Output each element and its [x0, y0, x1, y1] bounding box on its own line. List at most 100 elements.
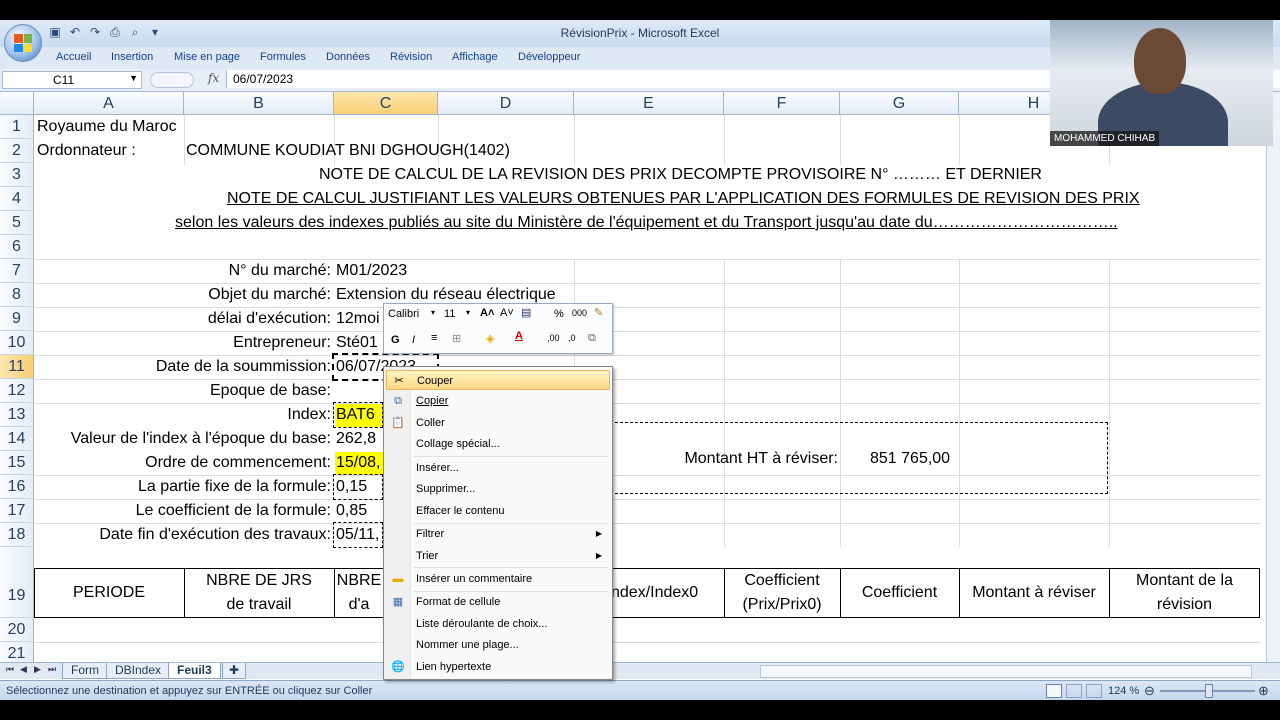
sheet-nav-next-icon[interactable]: ▶: [34, 664, 41, 675]
cell-b18[interactable]: Date fin d'exécution des travaux:: [99, 523, 331, 547]
decrease-decimal-icon[interactable]: ,0: [568, 333, 576, 343]
page-break-icon[interactable]: [1086, 684, 1102, 698]
row-header-5[interactable]: 5: [0, 211, 34, 235]
menu-item-effacer[interactable]: Effacer le contenu: [386, 501, 610, 521]
header-coefficient[interactable]: Coefficient: [840, 581, 959, 605]
row-header-13[interactable]: 13: [0, 403, 34, 427]
cell-b16[interactable]: La partie fixe de la formule:: [138, 475, 331, 499]
montant-label[interactable]: Montant HT à réviser:: [684, 447, 838, 471]
row-header-19[interactable]: 19: [0, 547, 34, 618]
font-size-box[interactable]: 11: [444, 308, 455, 320]
row-header-7[interactable]: 7: [0, 259, 34, 283]
chevron-down-icon[interactable]: ▼: [129, 73, 138, 83]
cell-b7[interactable]: N° du marché:: [229, 259, 331, 283]
tab-developpeur[interactable]: Développeur: [518, 51, 580, 63]
header-montant-revision-2[interactable]: révision: [1109, 593, 1260, 617]
sheet-nav-prev-icon[interactable]: ◀: [20, 664, 27, 675]
borders-icon[interactable]: ⊞: [452, 332, 461, 345]
header-periode[interactable]: PERIODE: [34, 581, 184, 605]
row-header-15[interactable]: 15: [0, 451, 34, 475]
chevron-down-icon[interactable]: ▾: [431, 308, 435, 317]
cell-c7[interactable]: M01/2023: [336, 259, 407, 283]
header-montant-revision-1[interactable]: Montant de la: [1109, 569, 1260, 593]
sheet-tab-feuil3[interactable]: Feuil3: [168, 663, 221, 679]
column-header-b[interactable]: B: [184, 92, 334, 115]
row-header-2[interactable]: 2: [0, 139, 34, 163]
cell-c9[interactable]: 12moi: [336, 307, 380, 331]
italic-icon[interactable]: I: [412, 334, 415, 346]
row-header-16[interactable]: 16: [0, 475, 34, 499]
row-header-4[interactable]: 4: [0, 187, 34, 211]
select-all-corner[interactable]: [0, 92, 34, 115]
center-align-icon[interactable]: ≡: [431, 332, 437, 344]
percent-style-icon[interactable]: %: [554, 308, 564, 320]
accounting-format-icon[interactable]: ▤: [521, 306, 531, 319]
row-header-21[interactable]: 21: [0, 642, 34, 662]
fill-color-icon[interactable]: ◈: [486, 332, 494, 345]
name-box[interactable]: C11 ▼: [2, 71, 142, 89]
column-header-f[interactable]: F: [724, 92, 840, 115]
cell-b14[interactable]: Valeur de l'index à l'époque du base:: [71, 427, 331, 451]
tab-formules[interactable]: Formules: [260, 51, 306, 63]
shrink-font-icon[interactable]: A˅: [500, 307, 514, 319]
header-montant-reviser[interactable]: Montant à réviser: [959, 581, 1109, 605]
cell-title4[interactable]: NOTE DE CALCUL JUSTIFIANT LES VALEURS OB…: [227, 187, 1140, 211]
cell-b15[interactable]: Ordre de commencement:: [145, 451, 331, 475]
zoom-out-icon[interactable]: ⊖: [1144, 681, 1155, 700]
insert-sheet-icon[interactable]: ✚: [222, 663, 247, 679]
page-layout-icon[interactable]: [1066, 684, 1082, 698]
horizontal-scrollbar[interactable]: [760, 665, 1252, 678]
sheet-tab-dbindex[interactable]: DBIndex: [106, 663, 171, 679]
menu-item-couper[interactable]: ✂ Couper: [386, 370, 610, 390]
column-header-g[interactable]: G: [840, 92, 959, 115]
tab-insertion[interactable]: Insertion: [111, 51, 153, 63]
tab-donnees[interactable]: Données: [326, 51, 370, 63]
cell-b13[interactable]: Index:: [287, 403, 331, 427]
cell-a2[interactable]: Ordonnateur :: [37, 139, 136, 163]
bold-icon[interactable]: G: [391, 334, 400, 346]
cell-b8[interactable]: Objet du marché:: [208, 283, 331, 307]
menu-item-nommer-plage[interactable]: Nommer une plage...: [386, 635, 610, 655]
row-header-6[interactable]: 6: [0, 235, 34, 259]
header-nbre-jrs-1[interactable]: NBRE DE JRS: [184, 569, 334, 593]
tab-revision[interactable]: Révision: [390, 51, 432, 63]
font-name-box[interactable]: Calibri: [388, 308, 419, 320]
row-header-3[interactable]: 3: [0, 163, 34, 187]
menu-item-trier[interactable]: Trier ▶: [386, 546, 610, 566]
vertical-scrollbar[interactable]: [1266, 92, 1280, 662]
normal-view-icon[interactable]: [1046, 684, 1062, 698]
column-header-e[interactable]: E: [574, 92, 724, 115]
cell-b17[interactable]: Le coefficient de la formule:: [136, 499, 331, 523]
tab-mise-en-page[interactable]: Mise en page: [174, 51, 240, 63]
sheet-nav-last-icon[interactable]: ⏭: [48, 664, 56, 675]
cell-b2[interactable]: COMMUNE KOUDIAT BNI DGHOUGH(1402): [186, 139, 510, 163]
cell-c14[interactable]: 262,8: [336, 427, 376, 451]
comma-style-icon[interactable]: 000: [572, 308, 587, 318]
menu-item-liste-deroulante[interactable]: Liste déroulante de choix...: [386, 614, 610, 634]
menu-item-format-cellule[interactable]: ▦ Format de cellule: [386, 592, 610, 612]
row-header-14[interactable]: 14: [0, 427, 34, 451]
insert-function-icon[interactable]: fx: [208, 71, 219, 85]
formula-bar-handle[interactable]: [150, 72, 194, 88]
column-header-a[interactable]: A: [34, 92, 184, 115]
cell-b11[interactable]: Date de la soummission:: [156, 355, 331, 379]
font-color-icon[interactable]: A: [515, 330, 523, 342]
office-button[interactable]: [4, 24, 42, 62]
tab-affichage[interactable]: Affichage: [452, 51, 498, 63]
cell-a1[interactable]: Royaume du Maroc: [37, 115, 177, 139]
worksheet-grid[interactable]: A B C D E F G H 1 2 3 4 5 6 7 8 9 10 11 …: [0, 92, 1260, 662]
column-header-d[interactable]: D: [438, 92, 574, 115]
increase-decimal-icon[interactable]: ,00: [547, 333, 560, 343]
row-header-9[interactable]: 9: [0, 307, 34, 331]
header-nbre-2[interactable]: d'a: [334, 593, 384, 617]
menu-item-inserer[interactable]: Insérer...: [386, 458, 610, 478]
cell-title5[interactable]: selon les valeurs des indexes publiés au…: [175, 211, 1118, 235]
row-header-20[interactable]: 20: [0, 618, 34, 642]
merge-center-icon[interactable]: ⧉: [588, 332, 596, 345]
row-header-8[interactable]: 8: [0, 283, 34, 307]
column-header-c[interactable]: C: [334, 92, 438, 115]
cell-b9[interactable]: délai d'exécution:: [208, 307, 331, 331]
zoom-slider-thumb[interactable]: [1205, 684, 1213, 698]
menu-item-filtrer[interactable]: Filtrer ▶: [386, 524, 610, 544]
header-coefficient-prix-1[interactable]: Coefficient: [724, 569, 840, 593]
